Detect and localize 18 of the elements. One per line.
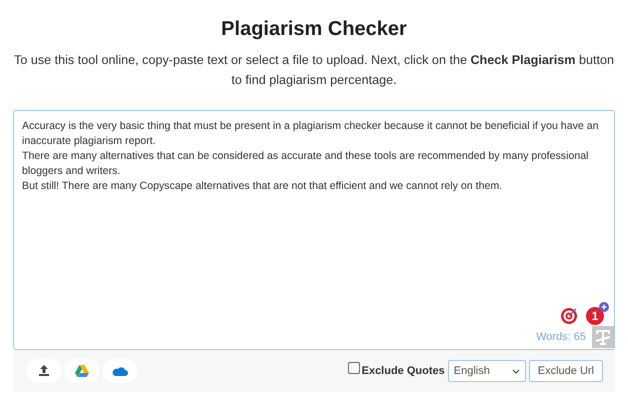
plus-icon [599, 302, 609, 312]
exclude-url-button[interactable]: Exclude Url [528, 360, 603, 382]
text-paragraph: Accuracy is the very basic thing that must be present in a plagiarism checker because it cannot be beneficial if you have an inaccurate plagiarism report. [22, 119, 600, 149]
error-count-badge[interactable]: 1 [586, 307, 604, 325]
text-paragraph: There are many alternatives that can be considered as accurate and these tools are recommended by many professional bloggers and writers. [22, 149, 590, 179]
upload-icon [36, 363, 52, 379]
exclude-quotes-label: Exclude Quotes [362, 365, 445, 377]
exclude-quotes-checkbox[interactable] [348, 362, 360, 374]
language-select[interactable]: English [448, 360, 526, 382]
source-button[interactable] [27, 359, 61, 383]
word-count: Words: 65 [536, 331, 586, 343]
source-button[interactable] [103, 359, 137, 383]
intro-text: To use this tool online, copy-paste text or select a file to upload. Next, click on the Check Plagiarism button to find plagiarism percentage. [14, 52, 614, 89]
text-paragraph: But still! There are many Copyscape alternatives that are not that efficient and we cannot rely on them. [22, 179, 504, 194]
page-title: Plagiarism Checker [221, 18, 407, 41]
chevron-down-icon [512, 368, 520, 374]
target-icon[interactable] [560, 307, 578, 325]
drive-icon [74, 363, 90, 379]
